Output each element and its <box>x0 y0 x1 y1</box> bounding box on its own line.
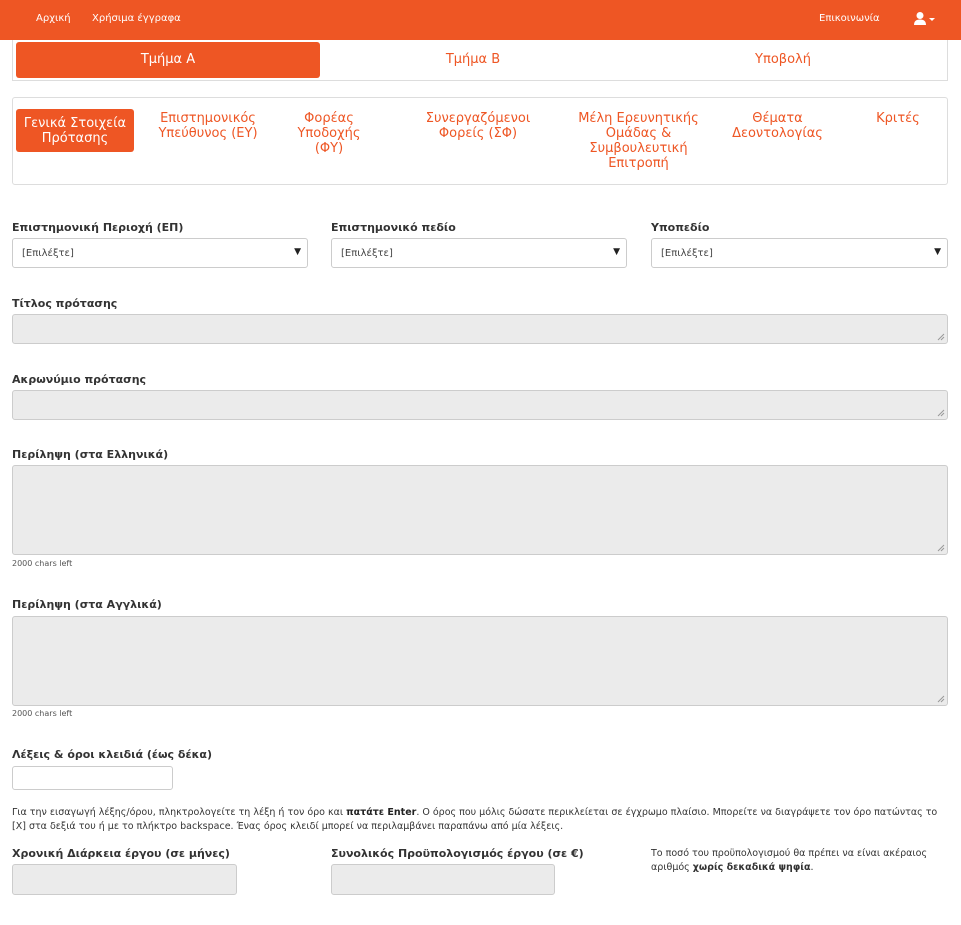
resize-grip-icon[interactable] <box>937 333 945 341</box>
caret-down-icon: ▼ <box>613 247 620 257</box>
subfield-value: [Επιλέξτε] <box>661 248 713 259</box>
nav-documents-link[interactable]: Χρήσιμα έγγραφα <box>92 13 181 24</box>
title-textarea[interactable] <box>12 314 948 344</box>
abstract-english-char-counter: 2000 chars left <box>12 709 73 718</box>
budget-note-emphasis: χωρίς δεκαδικά ψηφία <box>692 862 811 873</box>
subtab-label: Επιστημονικός <box>160 111 256 126</box>
duration-input[interactable] <box>12 864 237 895</box>
abstract-greek-textarea[interactable] <box>12 465 948 555</box>
subtab-label: Φορέας <box>304 111 354 126</box>
keywords-help-part: Για την εισαγωγή λέξης/όρου, πληκτρολογε… <box>12 807 347 818</box>
resize-grip-icon[interactable] <box>937 409 945 417</box>
keywords-help-text: Για την εισαγωγή λέξης/όρου, πληκτρολογε… <box>12 806 948 834</box>
tab-section-a[interactable]: Τμήμα Α <box>16 42 320 78</box>
subtab-label: Συμβουλευτική <box>589 141 688 156</box>
abstract-english-textarea[interactable] <box>12 616 948 706</box>
keywords-input[interactable] <box>12 766 173 790</box>
subtab-host-institution[interactable]: Φορέας Υποδοχής (ΦΥ) <box>289 111 369 156</box>
user-icon <box>914 12 935 25</box>
resize-grip-icon[interactable] <box>937 695 945 703</box>
subtab-label: Γενικά Στοιχεία <box>23 116 127 131</box>
subtab-ethics[interactable]: Θέματα Δεοντολογίας <box>725 111 830 141</box>
subtab-label: Θέματα <box>752 111 803 126</box>
subtab-label: Πρότασης <box>41 131 109 146</box>
subtab-label: Μέλη Ερευνητικής <box>578 111 699 126</box>
keywords-label: Λέξεις & όροι κλειδιά (έως δέκα) <box>12 748 212 761</box>
abstract-greek-char-counter: 2000 chars left <box>12 559 73 568</box>
subtab-label: Κριτές <box>876 111 920 126</box>
budget-input[interactable] <box>331 864 555 895</box>
subtab-partners[interactable]: Συνεργαζόμενοι Φορείς (ΣΦ) <box>413 111 543 141</box>
budget-note: Το ποσό του προϋπολογισμού θα πρέπει να … <box>651 847 951 875</box>
user-menu-toggle[interactable] <box>914 11 938 27</box>
scientific-field-select[interactable]: [Επιλέξτε] ▼ <box>331 238 627 268</box>
top-navbar: Αρχική Χρήσιμα έγγραφα Επικοινωνία <box>0 0 961 40</box>
caret-down-icon <box>929 18 935 21</box>
subtab-reviewers[interactable]: Κριτές <box>868 111 928 126</box>
subtab-research-team[interactable]: Μέλη Ερευνητικής Ομάδας & Συμβουλευτική … <box>566 111 711 171</box>
resize-grip-icon[interactable] <box>937 544 945 552</box>
scientific-area-label: Επιστημονική Περιοχή (ΕΠ) <box>12 221 184 234</box>
acronym-textarea[interactable] <box>12 390 948 420</box>
subtab-label: Επιτροπή <box>608 156 669 171</box>
scientific-area-value: [Επιλέξτε] <box>22 248 74 259</box>
tab-section-b[interactable]: Τμήμα Β <box>323 42 623 78</box>
section-tabs: Τμήμα Α Τμήμα Β Υποβολή <box>12 40 948 81</box>
subsection-tabs: Γενικά Στοιχεία Πρότασης Επιστημονικός Υ… <box>12 97 948 185</box>
subtab-label: (ΦΥ) <box>314 141 344 156</box>
abstract-english-label: Περίληψη (στα Αγγλικά) <box>12 598 162 611</box>
abstract-greek-label: Περίληψη (στα Ελληνικά) <box>12 448 169 461</box>
subfield-select[interactable]: [Επιλέξτε] ▼ <box>651 238 948 268</box>
caret-down-icon: ▼ <box>294 247 301 257</box>
subfield-label: Υποπεδίο <box>651 221 710 234</box>
acronym-label: Ακρωνύμιο πρότασης <box>12 373 147 386</box>
subtab-label: Ομάδας & <box>605 126 672 141</box>
subtab-label: Υπεύθυνος (ΕΥ) <box>158 126 258 141</box>
subtab-label: Φορείς (ΣΦ) <box>438 126 518 141</box>
nav-contact-link[interactable]: Επικοινωνία <box>819 13 880 24</box>
scientific-field-label: Επιστημονικό πεδίο <box>331 221 456 234</box>
title-label: Τίτλος πρότασης <box>12 297 118 310</box>
nav-home-link[interactable]: Αρχική <box>36 13 71 24</box>
tab-submit[interactable]: Υποβολή <box>633 42 933 78</box>
subtab-scientific-responsible[interactable]: Επιστημονικός Υπεύθυνος (ΕΥ) <box>153 111 263 141</box>
budget-label: Συνολικός Προϋπολογισμός έργου (σε €) <box>331 847 584 860</box>
subtab-label: Υποδοχής <box>297 126 361 141</box>
scientific-area-select[interactable]: [Επιλέξτε] ▼ <box>12 238 308 268</box>
scientific-field-value: [Επιλέξτε] <box>341 248 393 259</box>
caret-down-icon: ▼ <box>934 247 941 257</box>
subtab-general-info[interactable]: Γενικά Στοιχεία Πρότασης <box>16 109 134 152</box>
duration-label: Χρονική Διάρκεια έργου (σε μήνες) <box>12 847 230 860</box>
keywords-help-emphasis: πατάτε Enter <box>346 807 417 818</box>
subtab-label: Δεοντολογίας <box>732 126 823 141</box>
budget-note-part: . <box>810 862 814 873</box>
subtab-label: Συνεργαζόμενοι <box>425 111 531 126</box>
